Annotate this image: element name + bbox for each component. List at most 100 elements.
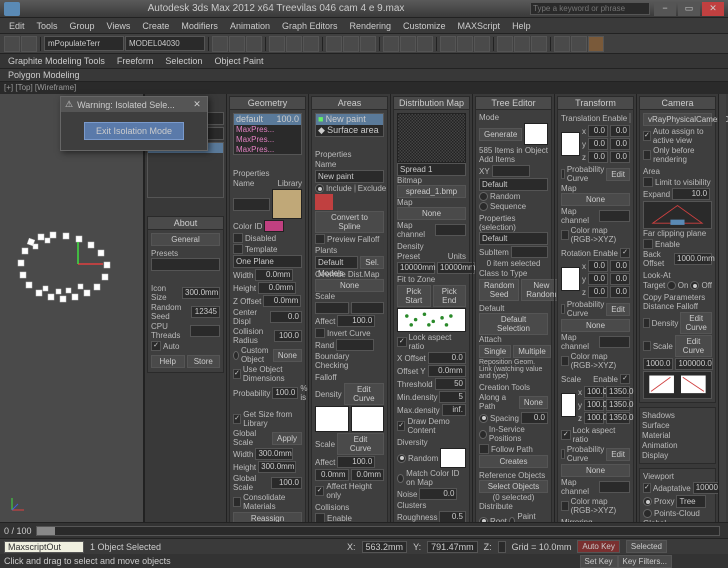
cmax-spinner[interactable]: 100000.0 xyxy=(675,358,713,370)
seq-add-radio[interactable] xyxy=(479,202,488,211)
gheight-spinner[interactable]: 300.0mm xyxy=(258,461,296,473)
bind-icon[interactable] xyxy=(246,36,262,52)
areas-list[interactable]: ■ New paint ◆ Surface area xyxy=(315,113,384,137)
command-panel-scrollbar[interactable] xyxy=(718,94,726,522)
scale2-spinner[interactable] xyxy=(351,302,385,314)
customobj-radio[interactable] xyxy=(233,351,239,360)
menu-customize[interactable]: Customize xyxy=(398,20,451,32)
prev-key-icon[interactable] xyxy=(673,540,686,553)
angle-snap-icon[interactable] xyxy=(400,36,416,52)
play-icon[interactable] xyxy=(692,540,705,553)
gscale-spinner[interactable]: 100.0 xyxy=(271,477,302,489)
randseed-button[interactable]: Random Seed xyxy=(479,279,519,301)
mirror-icon[interactable] xyxy=(440,36,456,52)
presets-dropdown[interactable] xyxy=(151,258,220,271)
consmat-checkbox[interactable] xyxy=(233,497,241,507)
rz-max-spinner[interactable]: 0.0 xyxy=(610,286,630,298)
remove-icon[interactable] xyxy=(246,157,257,168)
map-none-button[interactable]: None xyxy=(397,207,466,220)
list-item[interactable]: New paint xyxy=(326,114,366,124)
sx-min-spinner[interactable]: 100.0 xyxy=(584,386,604,398)
menu-edit[interactable]: Edit xyxy=(4,20,30,32)
add-icon[interactable] xyxy=(233,157,244,168)
pin-stack-icon[interactable] xyxy=(147,201,159,213)
maxden-spinner[interactable]: inf. xyxy=(442,404,466,416)
menu-tools[interactable]: Tools xyxy=(32,20,63,32)
affect-spinner[interactable]: 100.0 xyxy=(337,315,375,327)
tmap-none-button[interactable]: None xyxy=(561,193,630,206)
generate-button[interactable]: Generate xyxy=(479,128,522,141)
list-item[interactable]: default xyxy=(236,114,263,124)
iconsize-spinner[interactable]: 300.0mm xyxy=(182,287,220,299)
help-search-input[interactable] xyxy=(530,2,650,15)
list-item[interactable]: MaxPres... xyxy=(234,145,301,155)
rand-spinner[interactable] xyxy=(336,339,374,351)
random-radio[interactable] xyxy=(397,454,406,463)
falloff2-spinner[interactable]: 0.0mm xyxy=(351,469,385,481)
color-swatch[interactable] xyxy=(264,220,284,232)
geometry-list[interactable]: default 100.0 MaxPres... MaxPres... MaxP… xyxy=(233,113,302,155)
template-checkbox[interactable] xyxy=(233,244,243,254)
limitvis-checkbox[interactable] xyxy=(643,177,653,187)
align-icon[interactable] xyxy=(457,36,473,52)
plants-dropdown[interactable]: Default Models xyxy=(315,256,358,269)
scolormap-checkbox[interactable] xyxy=(561,501,569,511)
plants-sel-button[interactable]: Sel. xyxy=(360,256,384,269)
tx-min-spinner[interactable]: 0.0 xyxy=(588,125,608,137)
ribbon-freeform[interactable]: Freeform xyxy=(117,56,154,66)
select-name-icon[interactable] xyxy=(286,36,302,52)
faffect-spinner[interactable]: 100.0 xyxy=(337,456,375,468)
rmap-none-button[interactable]: None xyxy=(561,319,630,332)
spacing-spinner[interactable]: 0.0 xyxy=(521,412,548,424)
backoffset-spinner[interactable]: 1000.0mm xyxy=(674,253,712,265)
rotate-icon[interactable] xyxy=(343,36,359,52)
distmap-header[interactable]: Distribution Map xyxy=(394,97,469,110)
reassign-button[interactable]: Reassign Material xyxy=(233,512,302,522)
random-add-radio[interactable] xyxy=(479,192,488,201)
spacing-radio[interactable] xyxy=(479,414,488,423)
ry-max-spinner[interactable]: 0.0 xyxy=(610,273,630,285)
brush1-icon[interactable] xyxy=(315,194,333,210)
store-button[interactable]: Store xyxy=(187,355,221,368)
menu-animation[interactable]: Animation xyxy=(225,20,275,32)
rect-select-icon[interactable] xyxy=(303,36,319,52)
minden-spinner[interactable]: 5 xyxy=(439,391,466,403)
autoassign-checkbox[interactable] xyxy=(643,131,651,141)
time-marker[interactable] xyxy=(37,527,55,535)
auto-checkbox[interactable] xyxy=(151,341,161,351)
add-area-icon[interactable] xyxy=(315,138,326,149)
menu-group[interactable]: Group xyxy=(65,20,100,32)
transform-header[interactable]: Transform xyxy=(558,97,633,110)
camera-pick-button[interactable]: vRayPhysicalCamera004 xyxy=(643,113,712,126)
ty-min-spinner[interactable]: 0.0 xyxy=(588,138,608,150)
brush2-icon[interactable] xyxy=(336,194,354,210)
sy-max-spinner[interactable]: 1350.0 xyxy=(606,399,630,411)
exit-isolation-button[interactable]: Exit Isolation Mode xyxy=(84,122,184,140)
list-item[interactable]: Surface area xyxy=(327,125,379,135)
configure-icon[interactable] xyxy=(203,201,215,213)
menu-help[interactable]: Help xyxy=(507,20,536,32)
override-none-button[interactable]: None xyxy=(315,279,384,292)
rz-min-spinner[interactable]: 0.0 xyxy=(588,286,608,298)
menu-views[interactable]: Views xyxy=(102,20,136,32)
dialog-titlebar[interactable]: ⚠ Warning: Isolated Sele... ✕ xyxy=(61,97,207,112)
randseed-spinner[interactable]: 12345 xyxy=(191,306,220,318)
mapch-spinner[interactable] xyxy=(435,224,466,236)
surface-rollout[interactable]: Surface xyxy=(642,421,670,430)
selected-button[interactable]: Selected xyxy=(626,540,667,553)
cscale-checkbox[interactable] xyxy=(643,341,651,351)
remove-mod-icon[interactable] xyxy=(189,201,201,213)
animation-rollout[interactable]: Animation xyxy=(642,441,678,450)
creates-button[interactable]: Creates xyxy=(479,455,548,468)
exclude-radio[interactable] xyxy=(354,184,356,193)
xy-spinner[interactable] xyxy=(492,165,530,177)
menu-rendering[interactable]: Rendering xyxy=(345,20,397,32)
ysize-spinner[interactable]: 10000mm xyxy=(437,262,475,274)
prevfalloff-checkbox[interactable] xyxy=(315,234,325,244)
general-button[interactable]: General xyxy=(151,233,220,246)
spread-dropdown[interactable]: Spread 1 xyxy=(397,163,466,176)
timeline[interactable]: 0 / 100 xyxy=(0,522,728,538)
falloff-spinner[interactable]: 0.0mm xyxy=(315,469,349,481)
down-icon[interactable] xyxy=(272,157,283,168)
include-radio[interactable] xyxy=(315,184,324,193)
